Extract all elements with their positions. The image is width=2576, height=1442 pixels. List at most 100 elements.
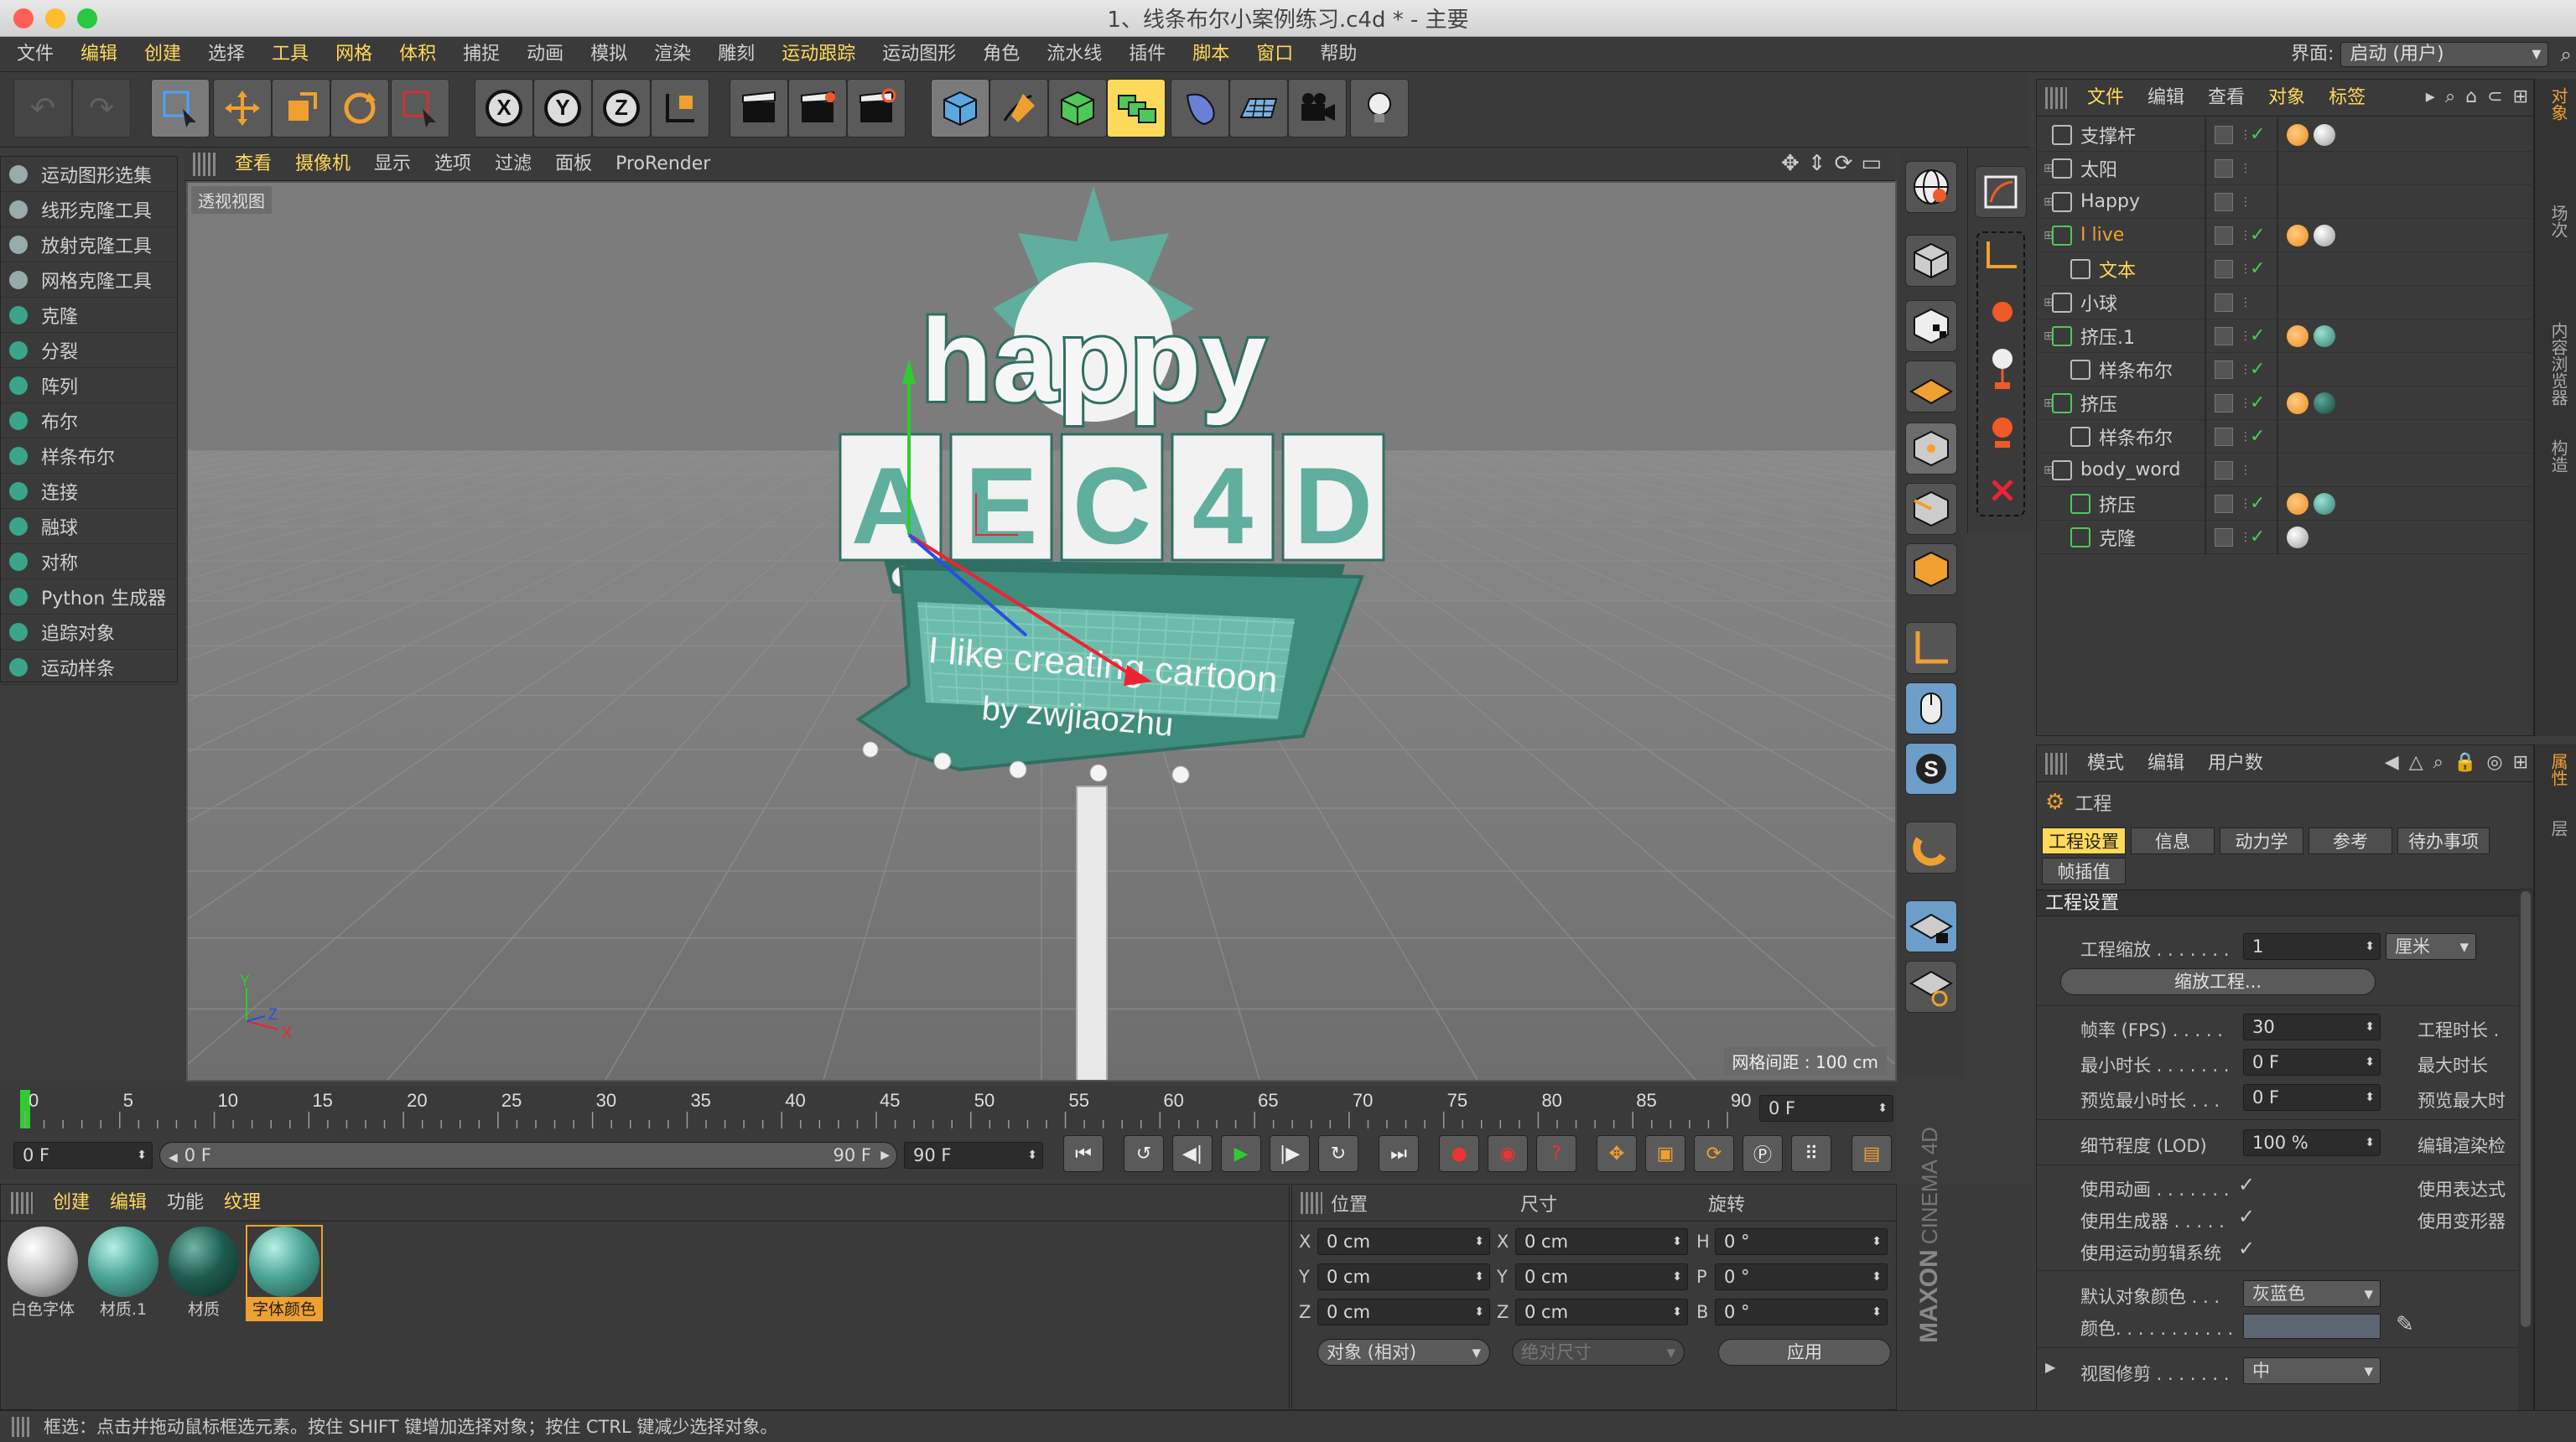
enabled-check-icon[interactable]: ✓ bbox=[2250, 325, 2270, 346]
rotate-view-icon[interactable]: ⟳ bbox=[1835, 151, 1853, 176]
menu-item[interactable]: 运动图形 bbox=[869, 37, 969, 72]
layer-icon[interactable] bbox=[2215, 360, 2233, 379]
mograph-tool-item[interactable]: 放射克隆工具 bbox=[1, 227, 177, 262]
tag-icon[interactable] bbox=[2314, 224, 2335, 246]
object-row[interactable]: ⊞ 小球 ⋮ bbox=[2037, 285, 2535, 319]
use-generators-checkbox[interactable]: ✓ bbox=[2238, 1205, 2255, 1228]
mograph-tool-item[interactable]: 运动图形选集 bbox=[1, 157, 177, 192]
size-mode-dropdown[interactable]: 绝对尺寸 ▾ bbox=[1512, 1339, 1685, 1366]
object-row[interactable]: ⊞ Happy ⋮ bbox=[2037, 184, 2535, 219]
minimize-window-button[interactable] bbox=[45, 8, 65, 29]
attribute-menu-item[interactable]: 用户数 bbox=[2196, 746, 2275, 781]
cloner-object-button[interactable] bbox=[1107, 79, 1166, 137]
object-row[interactable]: 支撑杆 ⋮ ✓ bbox=[2037, 117, 2535, 152]
tree-expand-icon[interactable]: ⊞ bbox=[2037, 464, 2054, 477]
attribute-tab[interactable]: 待办事项 bbox=[2397, 827, 2490, 854]
y-axis-lock-button[interactable]: Y bbox=[533, 79, 592, 137]
layer-icon[interactable] bbox=[2215, 125, 2233, 144]
tag-icon[interactable] bbox=[2314, 123, 2335, 146]
range-slider[interactable]: ◀ 0 F 90 F ▶ bbox=[159, 1142, 897, 1169]
render-to-picture-viewer-button[interactable] bbox=[788, 79, 847, 137]
default-color-dropdown[interactable]: 灰蓝色 ▾ bbox=[2243, 1280, 2381, 1307]
enabled-check-icon[interactable]: ✓ bbox=[2250, 225, 2270, 246]
object-row[interactable]: ⊞ body_word ⋮ bbox=[2037, 453, 2535, 487]
key-scale-button[interactable]: ▣ bbox=[1645, 1135, 1685, 1172]
use-animation-checkbox[interactable]: ✓ bbox=[2238, 1173, 2255, 1196]
visibility-dots-icon[interactable]: ⋮ bbox=[2240, 230, 2251, 241]
visibility-dots-icon[interactable]: ⋮ bbox=[2240, 297, 2251, 309]
pen-tool-button[interactable] bbox=[989, 79, 1048, 137]
mograph-tool-item[interactable]: 线形克隆工具 bbox=[1, 192, 177, 227]
menu-item[interactable]: 流水线 bbox=[1033, 37, 1115, 72]
menu-item[interactable]: 插件 bbox=[1115, 37, 1179, 72]
viewport-menu-item[interactable]: 面板 bbox=[543, 147, 604, 182]
menu-item[interactable]: 窗口 bbox=[1243, 37, 1306, 72]
undo-button[interactable]: ↶ bbox=[13, 79, 72, 137]
object-name[interactable]: 小球 bbox=[2080, 289, 2206, 316]
color-swatch[interactable] bbox=[2243, 1314, 2381, 1339]
stepper-icon[interactable]: ⬍ bbox=[1027, 1143, 1037, 1168]
tree-expand-icon[interactable]: ⊞ bbox=[2037, 229, 2054, 242]
checker-cube-button[interactable] bbox=[1905, 300, 1957, 352]
stepper-icon[interactable]: ⬍ bbox=[1672, 1299, 1682, 1325]
stepper-icon[interactable]: ⬍ bbox=[2365, 1130, 2375, 1155]
tag-icon[interactable] bbox=[2287, 492, 2309, 515]
key-rotation-button[interactable]: ⟳ bbox=[1694, 1135, 1734, 1172]
object-menu-item[interactable]: 对象 bbox=[2257, 80, 2317, 116]
floor-object-button[interactable] bbox=[1229, 79, 1288, 137]
enabled-check-icon[interactable]: ✓ bbox=[2250, 426, 2270, 447]
layer-icon[interactable] bbox=[2215, 427, 2233, 446]
enabled-check-icon[interactable]: ✓ bbox=[2250, 124, 2270, 145]
workplane-lock-button[interactable] bbox=[1905, 900, 1957, 952]
stepper-icon[interactable]: ⬍ bbox=[1872, 1299, 1882, 1325]
mograph-tool-item[interactable]: 追踪对象 bbox=[1, 615, 177, 650]
mograph-tool-item[interactable]: 分裂 bbox=[1, 333, 177, 368]
object-name[interactable]: I live bbox=[2080, 225, 2206, 246]
side-tab[interactable]: 属性 bbox=[2547, 753, 2571, 786]
null-cube-button[interactable] bbox=[1905, 235, 1957, 287]
layer-icon[interactable] bbox=[2215, 259, 2233, 278]
object-menu-item[interactable]: 查看 bbox=[2196, 80, 2257, 116]
menu-item[interactable]: 网格 bbox=[322, 37, 386, 72]
stepper-icon[interactable]: ⬍ bbox=[1877, 1096, 1888, 1121]
stepper-icon[interactable]: ⬍ bbox=[2365, 1050, 2375, 1075]
object-name[interactable]: Happy bbox=[2080, 191, 2206, 212]
tag-icon[interactable] bbox=[2287, 526, 2309, 548]
pen-spline-button[interactable] bbox=[1975, 166, 2027, 218]
viewport-menu-item[interactable]: 显示 bbox=[362, 147, 423, 182]
material-menu-item[interactable]: 纹理 bbox=[214, 1185, 271, 1221]
previous-icon[interactable]: ⊂ bbox=[2487, 86, 2502, 107]
up-arrow-icon[interactable]: △ bbox=[2409, 752, 2423, 773]
apply-button[interactable]: 应用 bbox=[1718, 1339, 1891, 1366]
attribute-tab[interactable]: 信息 bbox=[2131, 827, 2215, 854]
stepper-icon[interactable]: ⬍ bbox=[1474, 1264, 1484, 1289]
key-parameter-button[interactable]: Ⓟ bbox=[1742, 1135, 1783, 1172]
tree-expand-icon[interactable]: ⊞ bbox=[2037, 397, 2054, 410]
object-row[interactable]: 样条布尔 ⋮ ✓ bbox=[2037, 352, 2535, 386]
tag-icon[interactable] bbox=[2314, 392, 2335, 414]
deformer-button[interactable] bbox=[1171, 79, 1229, 137]
visibility-dots-icon[interactable]: ⋮ bbox=[2240, 330, 2251, 342]
key-position-button[interactable]: ✥ bbox=[1597, 1135, 1637, 1172]
key-pla-button[interactable]: ⠿ bbox=[1791, 1135, 1831, 1172]
next-key-button[interactable]: ↻ bbox=[1318, 1135, 1358, 1172]
stepper-icon[interactable]: ⬍ bbox=[1872, 1264, 1882, 1289]
visibility-dots-icon[interactable]: ⋮ bbox=[2240, 196, 2251, 208]
render-view-button[interactable] bbox=[730, 79, 788, 137]
side-tab[interactable]: 层 bbox=[2547, 820, 2571, 837]
home-icon[interactable]: ⌂ bbox=[2465, 86, 2477, 107]
z-axis-lock-button[interactable]: Z bbox=[592, 79, 651, 137]
panel-grip-icon[interactable] bbox=[11, 1191, 33, 1214]
render-settings-button[interactable] bbox=[847, 79, 906, 137]
panel-grip-icon[interactable] bbox=[193, 152, 216, 176]
mograph-tool-item[interactable]: 克隆 bbox=[1, 298, 177, 333]
object-row[interactable]: 挤压 ⋮ ✓ bbox=[2037, 486, 2535, 521]
start-frame-field[interactable]: 0 F ⬍ bbox=[13, 1142, 153, 1169]
coordinate-mode-dropdown[interactable]: 对象 (相对) ▾ bbox=[1317, 1339, 1490, 1366]
visibility-dots-icon[interactable]: ⋮ bbox=[2240, 397, 2251, 409]
search-icon[interactable]: ⌕ bbox=[2433, 752, 2444, 773]
previous-key-button[interactable]: ↺ bbox=[1124, 1135, 1164, 1172]
enabled-check-icon[interactable]: ✓ bbox=[2250, 392, 2270, 413]
menu-item[interactable]: 文件 bbox=[3, 37, 67, 72]
end-frame-field[interactable]: 90 F ⬍ bbox=[904, 1142, 1043, 1169]
